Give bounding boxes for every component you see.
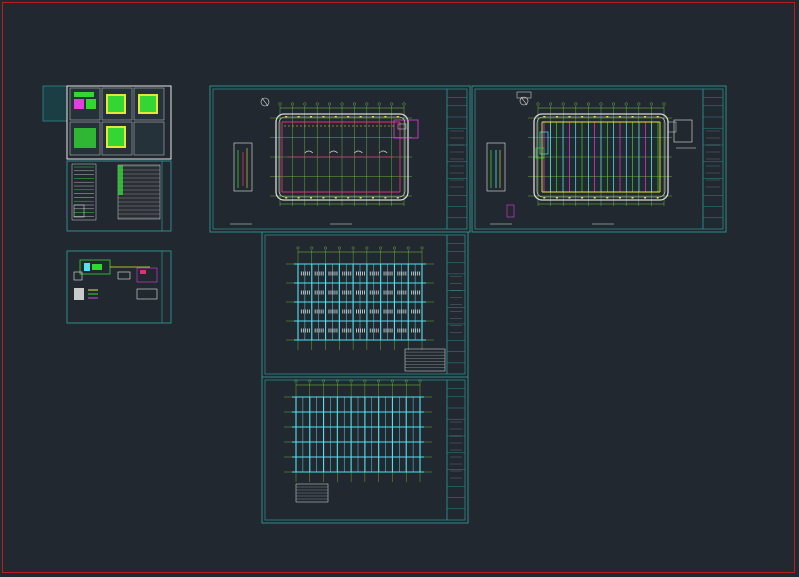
title-block-a [447,97,467,219]
floor-plan-a-body [270,102,419,206]
sheet-roof-framing-plan[interactable] [261,231,469,378]
floor-plan-b-body [528,102,677,206]
roof-framing-body [286,246,434,350]
title-block-d [447,388,465,510]
title-block-c [447,243,465,364]
foundation-plan-body [284,379,432,482]
sheet-foundation-plan[interactable] [261,376,469,524]
title-block-b [703,97,723,219]
sheet-floor-plan-a[interactable] [209,85,471,233]
sheet-floor-plan-b[interactable] [471,85,727,233]
schedule-left-rows [73,166,94,218]
sheet-cover-index[interactable] [42,85,172,160]
schedule-table [117,164,161,220]
sheet-equipment-schedule[interactable] [66,160,172,232]
thumbnail-panels [69,87,165,156]
sheet-system-diagram[interactable] [66,250,172,324]
cad-drawing-canvas[interactable] [0,0,799,577]
